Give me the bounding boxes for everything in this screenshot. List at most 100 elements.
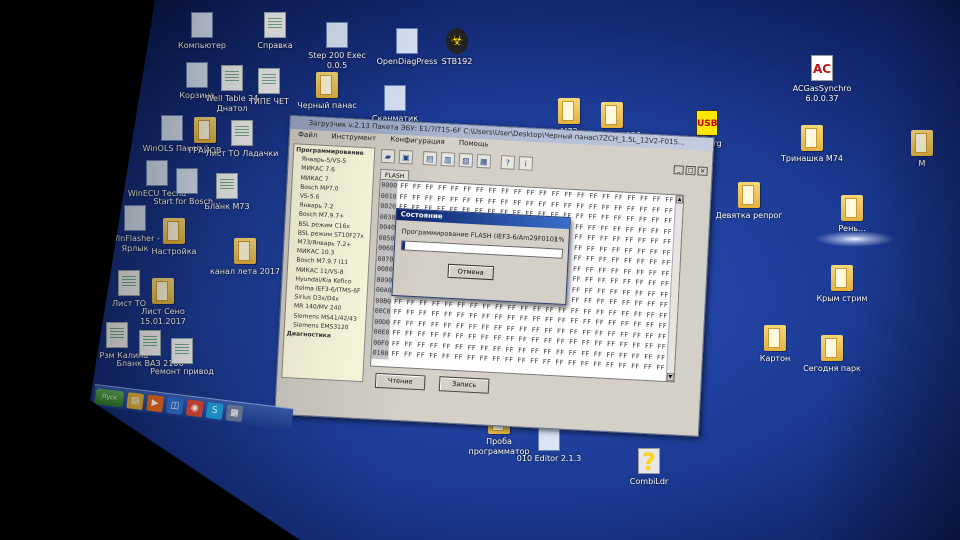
desktop-icon-label: Настройка: [151, 247, 197, 256]
desktop-icon-nastroika[interactable]: Настройка: [137, 218, 211, 257]
document-icon: [264, 12, 286, 38]
menu-config[interactable]: Конфигурация: [390, 135, 445, 146]
status-dialog: Состояние Программирование FLASH (IEF3-6…: [391, 208, 571, 306]
hex-address: 0100: [371, 347, 389, 359]
desktop-icon-skanmatik[interactable]: Сканматик: [358, 85, 432, 124]
desktop-icon-label: 010 Editor 2.1.3: [516, 454, 582, 463]
desktop-icon-editor010[interactable]: 010 Editor 2.1.3: [512, 425, 586, 464]
desktop-icon-segodnya[interactable]: Сегодня парк: [795, 335, 869, 374]
media-icon[interactable]: ▶: [146, 394, 165, 412]
desktop-icon-label: ACGasSynchro 6.0.0.37: [792, 84, 852, 103]
menu-tools[interactable]: Инструмент: [331, 132, 376, 142]
close-icon[interactable]: ×: [697, 166, 708, 176]
menu-file[interactable]: Файл: [298, 130, 318, 139]
start-button[interactable]: Пуск: [94, 387, 125, 408]
usb-programmer-icon: USB: [696, 110, 718, 136]
computer-icon: [191, 12, 213, 38]
folder-icon: [234, 238, 256, 264]
desktop-icon-label: канал лета 2017: [209, 267, 281, 276]
maximize-icon[interactable]: □: [685, 165, 696, 176]
folder-icon: [601, 102, 623, 128]
scroll-up-icon[interactable]: ▲: [675, 195, 684, 204]
cancel-button[interactable]: Отмена: [447, 263, 495, 281]
windows-icon[interactable]: ◫: [166, 396, 184, 415]
document-icon: [171, 338, 193, 364]
document-icon: [231, 120, 253, 146]
desktop-icon-krym[interactable]: Крым стрим: [805, 265, 879, 304]
action-buttons: Чтение Запись: [374, 372, 490, 394]
save-icon[interactable]: ▣: [398, 149, 414, 165]
write-button[interactable]: Запись: [438, 376, 490, 394]
folder-icon: [764, 325, 786, 351]
desktop-icon-remont[interactable]: Ремонт привод: [145, 338, 219, 377]
scanner-icon: [384, 85, 406, 111]
folder-icon: [738, 182, 760, 208]
loader-icon[interactable]: ▦: [225, 403, 244, 422]
desktop-icon-label: Сегодня парк: [803, 364, 861, 373]
document-icon: [258, 68, 280, 94]
folder-icon: [163, 218, 185, 244]
desktop-icon-label: Ремонт привод: [150, 367, 214, 376]
folder-icon: [841, 195, 863, 221]
folder-icon: [801, 125, 823, 151]
folder-icon: [821, 335, 843, 361]
read-button[interactable]: Чтение: [374, 372, 426, 391]
read-chip-icon[interactable]: ▤: [422, 151, 438, 166]
desktop-icon-stb192[interactable]: ☣ STB192: [420, 28, 494, 67]
desktop-icon-listto[interactable]: Лист ТО Ладачки: [205, 120, 279, 159]
acgas-icon: AC: [811, 55, 833, 81]
settings-icon[interactable]: ▦: [476, 153, 492, 169]
desktop-icon-label: Компьютер: [178, 41, 226, 50]
desktop-icon-m_folder[interactable]: М: [885, 130, 959, 169]
diagnostic-icon: [396, 28, 418, 54]
desktop-icon-label: STB192: [441, 57, 473, 66]
desktop-icon-label: Черный панас: [297, 101, 357, 110]
desktop-icon-label: Тринашка М74: [781, 154, 843, 163]
window-controls: _ □ ×: [673, 165, 708, 176]
document-icon: [216, 173, 238, 199]
desktop-icon-label: Бланк М73: [204, 202, 250, 211]
desktop-icon-combilr[interactable]: ? CombiLdr: [612, 448, 686, 487]
desktop-icon-label: М: [918, 159, 926, 168]
menu-help[interactable]: Помощь: [459, 139, 489, 149]
folder-icon: [831, 265, 853, 291]
scroll-down-icon[interactable]: ▼: [666, 373, 674, 382]
desktop-icon-step200[interactable]: Step 200 Exec 0.0.5: [300, 22, 374, 71]
app-icon: [326, 22, 348, 48]
desktop-icon-devyatka[interactable]: Девятка репрог: [712, 182, 786, 221]
explorer-icon[interactable]: ▤: [126, 391, 145, 410]
info-icon[interactable]: i: [518, 156, 534, 171]
desktop-icon-chernyi[interactable]: Черный панас: [290, 72, 364, 111]
taskbar: Пуск ▤ ▶ ◫ ◉ S ▦: [92, 384, 294, 431]
help-icon: ?: [638, 448, 660, 475]
skype-icon[interactable]: S: [205, 401, 224, 420]
desktop-icon-label: Крым стрим: [816, 294, 868, 303]
desktop-screen: Компьютер Справка Корзина Well Table 24 Дна…: [90, 0, 960, 540]
compare-icon[interactable]: ▧: [458, 152, 474, 168]
progress-bar: [400, 240, 564, 259]
open-icon[interactable]: ▰: [380, 148, 396, 164]
desktop-icon-komputer[interactable]: Компьютер: [165, 12, 239, 51]
desktop-icon-kanal[interactable]: канал лета 2017: [208, 238, 282, 277]
chrome-icon[interactable]: ◉: [185, 398, 204, 417]
desktop-icon-trinashka[interactable]: Тринашка М74: [775, 125, 849, 164]
minimize-icon[interactable]: _: [673, 165, 684, 175]
desktop-icon-label: Девятка репрог: [715, 211, 783, 220]
progress-fill: [401, 241, 406, 250]
progress-percent: 1%: [554, 235, 565, 244]
desktop-icon-acgas[interactable]: AC ACGasSynchro 6.0.0.37: [785, 55, 859, 104]
ecu-tree[interactable]: Программирование Январь-5/VS-5 МИКАС 7.6 МИ…: [281, 143, 376, 383]
desktop-icon-sim73[interactable]: Бланк М73: [190, 173, 264, 212]
desktop-icon-label: Лист ТО Ладачки: [205, 149, 279, 158]
help-icon[interactable]: ?: [500, 155, 516, 170]
folder-icon: [152, 278, 174, 304]
desktop-icon-nodoc[interactable]: Лист Сено 15.01.2017: [126, 278, 200, 327]
biohazard-icon: ☣: [446, 28, 468, 54]
desktop-icon-rengo[interactable]: Рень...: [815, 195, 889, 234]
folder-icon: [316, 72, 338, 98]
write-chip-icon[interactable]: ▥: [440, 151, 456, 167]
folder-icon: [911, 130, 933, 156]
desktop-icon-label: Step 200 Exec 0.0.5: [308, 51, 366, 70]
desktop-icon-label: CombiLdr: [629, 477, 669, 486]
desktop-icon-label: Рень...: [838, 224, 866, 233]
